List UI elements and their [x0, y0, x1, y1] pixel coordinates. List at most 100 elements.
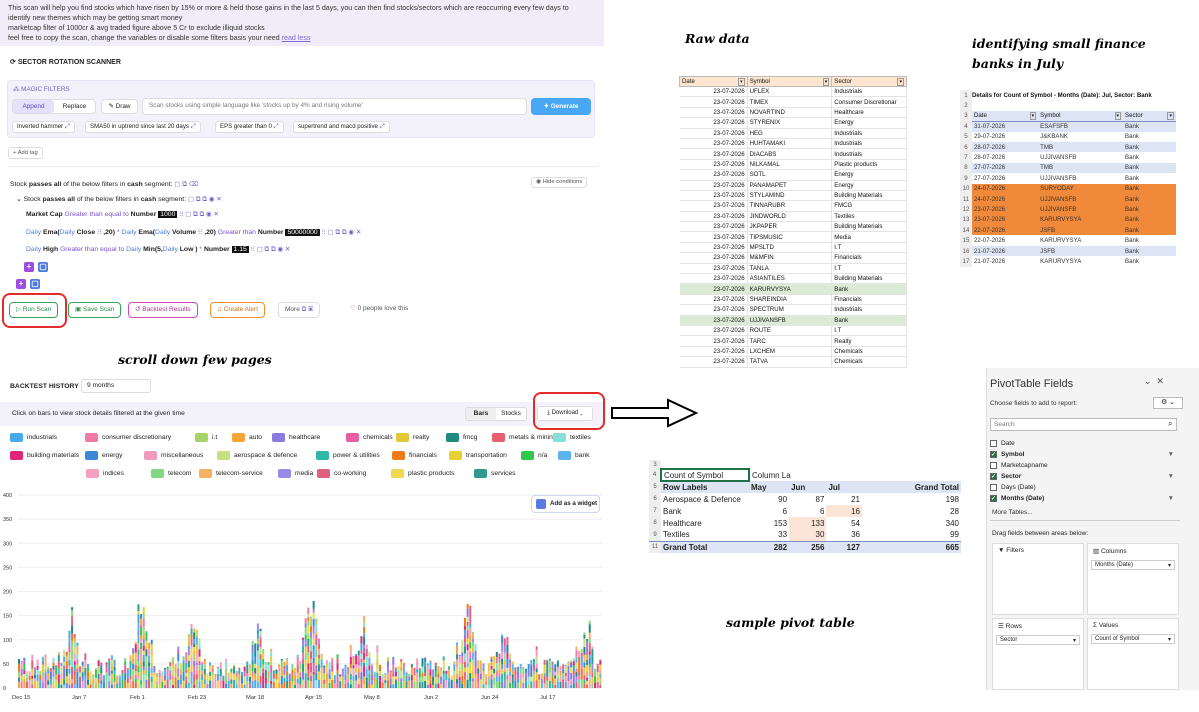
chart-bar[interactable] — [145, 675, 148, 680]
chart-bar[interactable] — [328, 661, 331, 669]
chart-bar[interactable] — [296, 665, 299, 673]
chart-bar[interactable] — [187, 649, 190, 656]
chart-bar[interactable] — [235, 676, 238, 685]
chart-bar[interactable] — [596, 672, 599, 677]
chart-bar[interactable] — [256, 650, 259, 660]
chart-bar[interactable] — [527, 669, 530, 677]
chart-bar[interactable] — [554, 668, 557, 672]
chart-bar[interactable] — [79, 666, 82, 673]
chart-bar[interactable] — [546, 668, 549, 677]
chart-bar[interactable] — [211, 681, 214, 688]
chart-bar[interactable] — [110, 659, 113, 665]
add-filter-button[interactable]: + — [16, 279, 26, 289]
chart-bar[interactable] — [118, 674, 121, 677]
chart-bar[interactable] — [310, 658, 312, 663]
love-count[interactable]: ♡ 0 people love this — [344, 302, 414, 318]
chart-bar[interactable] — [315, 649, 318, 658]
chart-bar[interactable] — [280, 667, 283, 676]
chart-bar[interactable] — [185, 676, 188, 680]
chart-bar[interactable] — [331, 664, 334, 672]
chart-bar[interactable] — [280, 658, 283, 661]
chart-bar[interactable] — [73, 675, 76, 685]
chart-bar[interactable] — [315, 657, 318, 666]
chart-bar[interactable] — [594, 682, 597, 688]
chart-bar[interactable] — [503, 664, 506, 672]
chart-bar[interactable] — [171, 657, 174, 665]
chart-bar[interactable] — [599, 677, 602, 681]
chart-bar[interactable] — [479, 660, 482, 664]
chart-bar[interactable] — [535, 672, 538, 681]
chart-bar[interactable] — [132, 653, 135, 659]
chart-bar[interactable] — [336, 663, 339, 670]
chart-bar[interactable] — [365, 680, 368, 688]
chart-bar[interactable] — [195, 630, 198, 637]
chart-bar[interactable] — [471, 652, 474, 660]
chart-bar[interactable] — [238, 667, 241, 670]
chart-bar[interactable] — [193, 681, 196, 685]
chart-bar[interactable] — [233, 664, 236, 667]
chart-bar[interactable] — [142, 654, 145, 662]
chart-bar[interactable] — [471, 631, 474, 635]
chart-bar[interactable] — [304, 618, 307, 624]
chart-bar[interactable] — [20, 660, 23, 663]
chart-bar[interactable] — [517, 678, 520, 683]
chart-bar[interactable] — [177, 676, 180, 681]
chart-bar[interactable] — [296, 679, 299, 684]
chart-bar[interactable] — [559, 675, 562, 682]
chart-bar[interactable] — [198, 656, 201, 661]
chart-bar[interactable] — [328, 674, 331, 679]
chart-bar[interactable] — [408, 676, 411, 681]
chart-bar[interactable] — [363, 676, 366, 685]
chart-bar[interactable] — [501, 673, 504, 682]
chart-bar[interactable] — [509, 659, 512, 664]
chart-bar[interactable] — [572, 661, 575, 666]
chart-bar[interactable] — [190, 657, 193, 665]
chart-bar[interactable] — [137, 635, 140, 644]
chart-bar[interactable] — [156, 685, 159, 688]
chart-bar[interactable] — [535, 656, 538, 664]
chart-bar[interactable] — [84, 653, 87, 661]
chart-bar[interactable] — [302, 637, 305, 640]
chart-bar[interactable] — [575, 682, 578, 688]
chart-bar[interactable] — [174, 677, 177, 681]
chart-bar[interactable] — [543, 676, 546, 684]
chart-bar[interactable] — [493, 661, 496, 669]
chart-bar[interactable] — [225, 658, 228, 662]
chart-bar[interactable] — [495, 663, 498, 671]
chart-bar[interactable] — [532, 681, 535, 688]
chart-bar[interactable] — [363, 637, 366, 645]
chart-bar[interactable] — [254, 679, 257, 688]
chart-bar[interactable] — [31, 675, 34, 679]
chart-bar[interactable] — [490, 661, 493, 666]
chart-bar[interactable] — [71, 658, 74, 667]
chart-bar[interactable] — [325, 681, 328, 688]
chart-bar[interactable] — [333, 679, 336, 684]
chart-bar[interactable] — [190, 634, 193, 639]
chart-bar[interactable] — [554, 675, 557, 679]
chart-bar[interactable] — [302, 671, 305, 680]
chart-bar[interactable] — [195, 636, 198, 645]
chart-bar[interactable] — [28, 679, 31, 688]
chart-bar[interactable] — [466, 603, 469, 609]
chart-bar[interactable] — [535, 668, 538, 673]
chevron-down-icon[interactable]: ⌄ — [16, 196, 24, 203]
chart-bar[interactable] — [49, 671, 52, 680]
chart-bar[interactable] — [233, 679, 236, 688]
chart-bar[interactable] — [190, 623, 193, 629]
legend-item[interactable]: financials — [392, 451, 437, 460]
chart-bar[interactable] — [68, 641, 71, 647]
chart-bar[interactable] — [339, 676, 342, 682]
chart-bar[interactable] — [347, 682, 350, 688]
chart-bar[interactable] — [262, 653, 265, 659]
chart-bar[interactable] — [434, 662, 437, 666]
chart-bar[interactable] — [294, 684, 297, 688]
chart-bar[interactable] — [137, 675, 140, 680]
chart-bar[interactable] — [426, 684, 429, 688]
chart-bar[interactable] — [47, 680, 50, 685]
chart-bar[interactable] — [63, 656, 66, 662]
chart-bar[interactable] — [408, 680, 411, 688]
chart-bar[interactable] — [429, 675, 432, 680]
chart-bar[interactable] — [522, 667, 525, 668]
chart-bar[interactable] — [71, 666, 74, 674]
chart-bar[interactable] — [113, 666, 116, 671]
